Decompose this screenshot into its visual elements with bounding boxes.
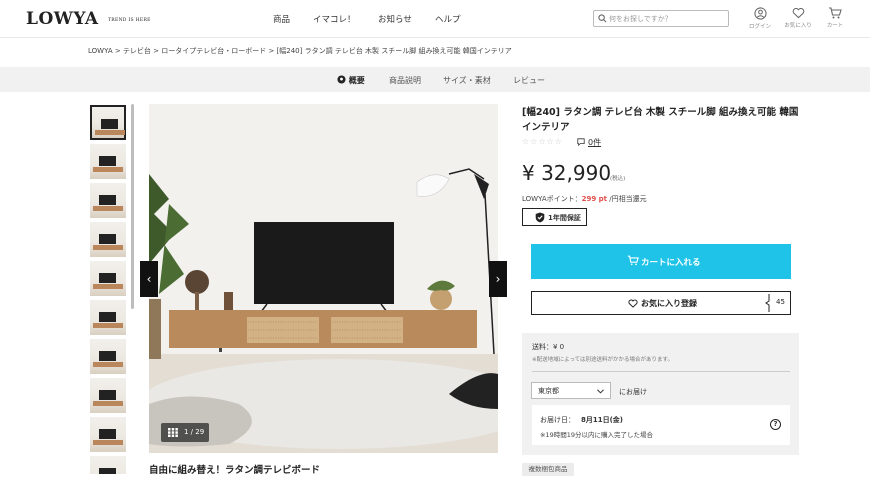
add-favorite-button[interactable]: お気に入り登録 45 xyxy=(531,291,791,315)
search-icon xyxy=(598,14,607,23)
prefecture-value: 東京都 xyxy=(538,387,559,395)
login-label: ログイン xyxy=(748,24,771,30)
favorite-count: 45 xyxy=(776,298,785,306)
site-header: LOWYA TREND IS HERE 商品 イマコレ！ お知らせ ヘルプ 何を… xyxy=(0,0,870,38)
logo-tagline: TREND IS HERE xyxy=(108,18,151,23)
points-info: LOWYAポイント：299 pt /円相当還元 xyxy=(522,194,647,204)
image-counter: 1 / 29 xyxy=(161,423,209,442)
prev-image-button[interactable]: ‹ xyxy=(140,261,158,297)
login-button[interactable]: ログイン xyxy=(740,7,780,30)
shield-icon xyxy=(535,212,545,223)
cart-icon xyxy=(829,7,842,19)
nav-news[interactable]: お知らせ xyxy=(378,13,412,25)
favorites-button[interactable]: お気に入り xyxy=(778,7,818,29)
multi-package-badge: 複数梱包商品 xyxy=(522,463,574,476)
product-photo xyxy=(149,104,498,453)
tab-overview[interactable]: 概要 xyxy=(337,75,365,86)
pin-icon xyxy=(337,75,346,84)
thumbnail[interactable] xyxy=(90,417,126,452)
price: ¥ 32,990 xyxy=(522,161,612,185)
review-link[interactable]: 0件 xyxy=(577,137,601,148)
image-counter-text: 1 / 29 xyxy=(184,428,205,436)
search-input[interactable]: 何をお探しですか？ xyxy=(593,10,729,27)
delivery-date-value: 8月11日(金) xyxy=(581,416,624,424)
thumbnail-scrollbar[interactable] xyxy=(131,104,134,309)
heart-icon xyxy=(628,299,638,308)
cart-icon xyxy=(627,255,639,266)
thumbnail[interactable] xyxy=(90,105,126,140)
thumbnail-list[interactable] xyxy=(89,104,129,474)
delivery-date-box: お届け日： 8月11日(金) ※19時間19分以内に購入完了した場合 ? xyxy=(532,405,790,445)
thumbnail[interactable] xyxy=(90,339,126,374)
prefecture-select[interactable]: 東京都 xyxy=(531,382,611,399)
shipping-note: ※配送地域によっては別途送料がかかる場合があります。 xyxy=(532,357,674,363)
deliver-label: にお届け xyxy=(619,388,647,396)
next-image-button[interactable]: › xyxy=(489,261,507,297)
comment-icon xyxy=(577,138,585,147)
product-title: [幅240] ラタン調 テレビ台 木製 スチール脚 組み換え可能 韓国インテリア xyxy=(522,107,799,133)
points-suffix: /円相当還元 xyxy=(607,195,647,203)
help-icon[interactable]: ? xyxy=(770,419,781,430)
thumbnail[interactable] xyxy=(90,183,126,218)
heart-icon xyxy=(792,7,804,19)
image-caption: 自由に組み替え！ラタン調テレビボード xyxy=(149,465,321,476)
favorites-label: お気に入り xyxy=(784,23,812,29)
add-to-cart-button[interactable]: カートに入れる xyxy=(531,244,791,279)
tax-label: (税込) xyxy=(610,176,626,182)
shipping-panel: 送料：¥ 0 ※配送地域によっては別途送料がかかる場合があります。 東京都 にお… xyxy=(522,333,799,455)
thumbnail[interactable] xyxy=(90,300,126,335)
section-tabs: 概要 商品説明 サイズ・素材 レビュー xyxy=(0,67,870,92)
rating-stars: ☆☆☆☆☆ xyxy=(522,137,563,146)
cart-label: カート xyxy=(826,23,844,29)
delivery-date-note: ※19時間19分以内に購入完了した場合 xyxy=(540,431,653,439)
tab-overview-label: 概要 xyxy=(348,76,365,85)
warranty-badge: 1年間保証 xyxy=(522,208,587,226)
search-placeholder: 何をお探しですか？ xyxy=(609,15,672,23)
nav-products[interactable]: 商品 xyxy=(273,13,290,25)
thumbnail[interactable] xyxy=(90,456,126,474)
delivery-date: お届け日： 8月11日(金) xyxy=(540,415,623,425)
divider xyxy=(532,371,790,372)
shipping-fee: 送料：¥ 0 xyxy=(532,343,565,351)
points-value: 299 pt xyxy=(581,195,608,203)
nav-help[interactable]: ヘルプ xyxy=(435,13,461,25)
count-bubble-icon xyxy=(765,294,770,312)
points-label: LOWYAポイント： xyxy=(522,195,582,203)
tab-reviews[interactable]: レビュー xyxy=(513,75,545,86)
tv-stand-scene xyxy=(149,104,498,453)
breadcrumb[interactable]: LOWYA > テレビ台 > ロータイプテレビ台・ローボード > [幅240] … xyxy=(88,46,512,56)
review-count: 0件 xyxy=(588,138,602,147)
chevron-down-icon xyxy=(597,389,604,394)
tab-size-material[interactable]: サイズ・素材 xyxy=(443,75,491,86)
add-to-cart-label: カートに入れる xyxy=(641,258,701,268)
thumbnail[interactable] xyxy=(90,378,126,413)
thumbnail[interactable] xyxy=(90,261,126,296)
thumbnail[interactable] xyxy=(90,144,126,179)
add-favorite-label: お気に入り登録 xyxy=(641,299,697,308)
grid-icon xyxy=(168,428,178,437)
tab-description[interactable]: 商品説明 xyxy=(389,75,421,86)
user-icon xyxy=(753,7,767,20)
logo[interactable]: LOWYA xyxy=(26,9,99,29)
delivery-date-label: お届け日： xyxy=(540,416,575,424)
warranty-label: 1年間保証 xyxy=(548,214,581,222)
thumbnail[interactable] xyxy=(90,222,126,257)
nav-imakore[interactable]: イマコレ！ xyxy=(313,13,356,25)
cart-button[interactable]: カート xyxy=(815,7,855,29)
